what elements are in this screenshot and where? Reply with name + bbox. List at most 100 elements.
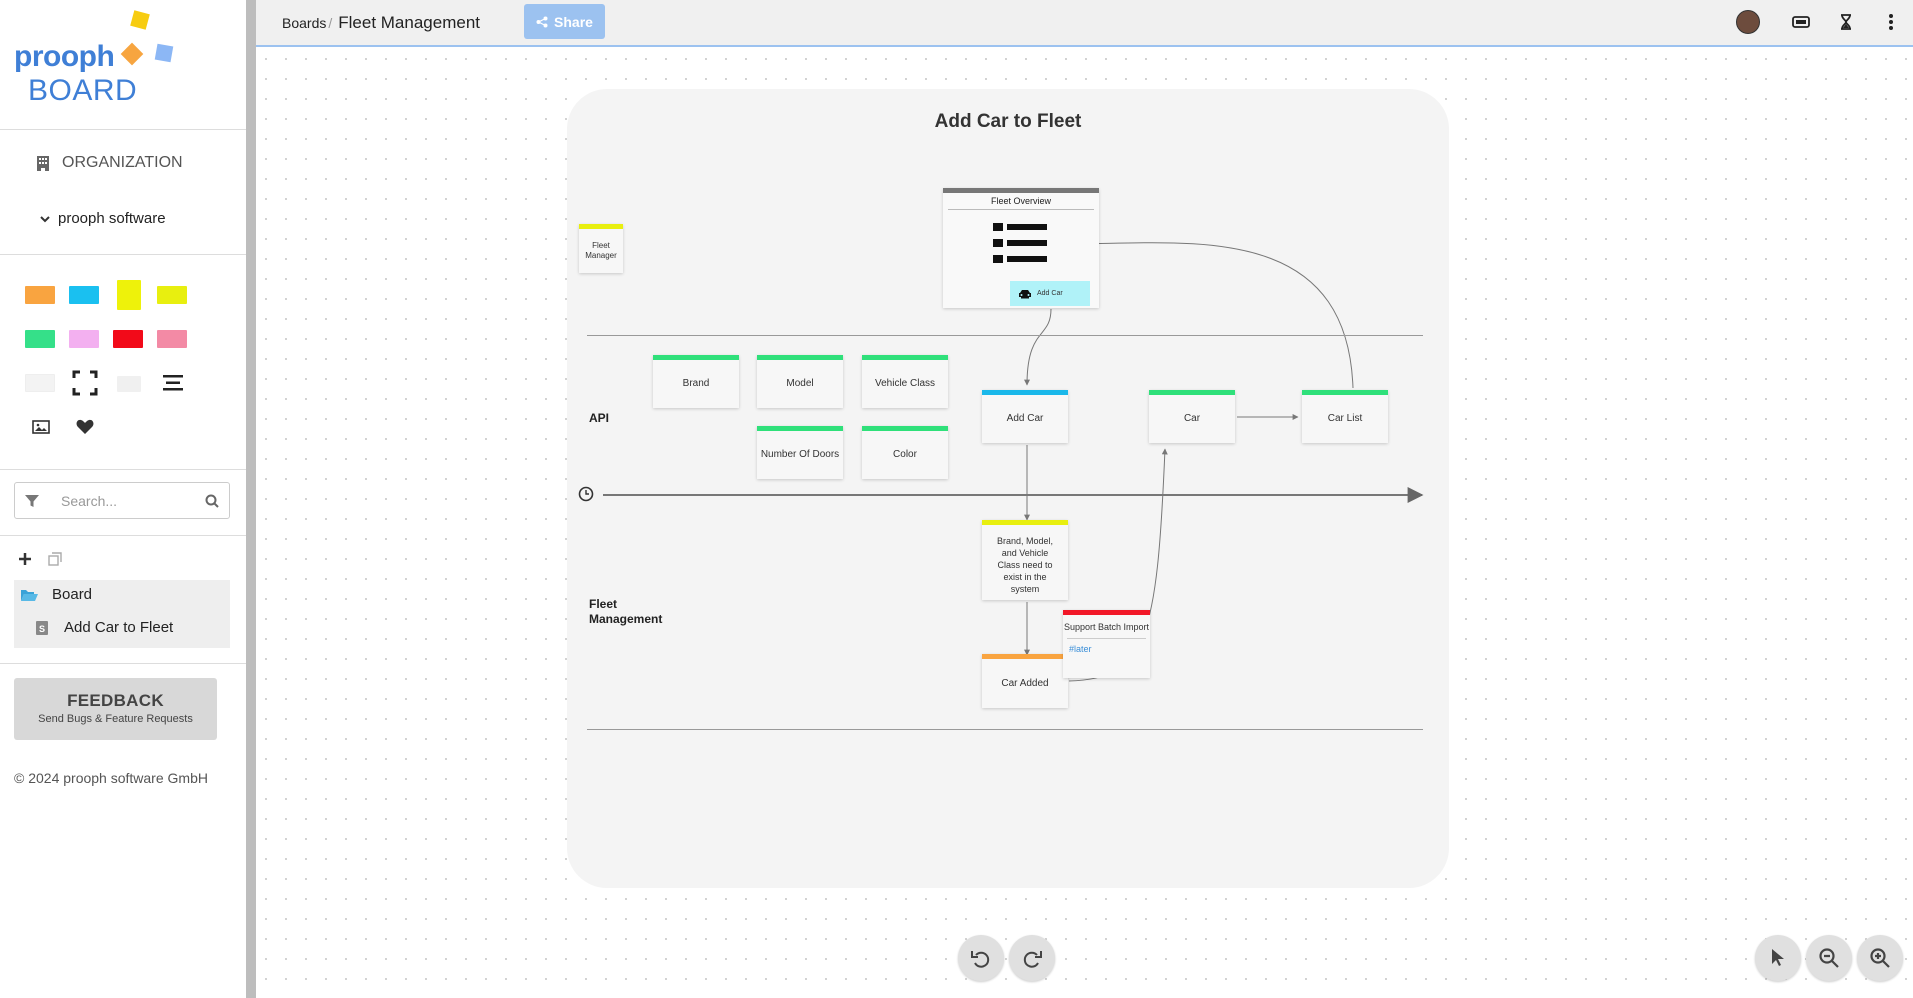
- zoom-in-icon: [1870, 948, 1890, 968]
- divider: [0, 469, 246, 470]
- list-row-icon: [993, 223, 1047, 231]
- organization-link[interactable]: ORGANIZATION: [36, 154, 183, 172]
- breadcrumb-current: Fleet Management: [338, 13, 480, 32]
- share-button[interactable]: Share: [524, 4, 605, 39]
- logo-square-blue: [154, 43, 174, 63]
- logo-text-top: prooph: [14, 40, 115, 73]
- info-card-vehicle-class[interactable]: Vehicle Class: [862, 355, 948, 408]
- team-selector[interactable]: prooph software: [40, 210, 166, 227]
- select-tool-button[interactable]: [1755, 935, 1801, 981]
- divider: [0, 535, 246, 536]
- hotspot-divider: [1067, 638, 1146, 639]
- logo-square-yellow: [130, 10, 150, 30]
- search-icon[interactable]: [205, 494, 219, 508]
- frame-tool-icon[interactable]: [71, 369, 99, 397]
- tree-toolbar: [18, 552, 62, 566]
- topbar: Boards / Fleet Management Share: [256, 0, 1913, 47]
- tree-folder-board[interactable]: Board: [20, 586, 92, 603]
- undo-icon: [971, 951, 990, 968]
- breadcrumb-boards-link[interactable]: Boards: [282, 15, 326, 31]
- redo-button[interactable]: [1009, 935, 1055, 981]
- zoom-in-button[interactable]: [1857, 935, 1903, 981]
- lane-label-fleet-management[interactable]: Fleet Management: [589, 597, 669, 627]
- ui-card-separator: [948, 209, 1094, 210]
- rule-card-policy[interactable]: Brand, Model, and Vehicle Class need to …: [982, 520, 1068, 600]
- red-sticky[interactable]: [113, 330, 143, 348]
- orange-sticky[interactable]: [25, 286, 55, 304]
- tree-item-label: Add Car to Fleet: [64, 619, 174, 636]
- feedback-subtitle: Send Bugs & Feature Requests: [38, 713, 193, 725]
- ui-card-fleet-overview[interactable]: Fleet Overview Add Car: [943, 188, 1099, 308]
- divider: [0, 129, 246, 130]
- building-icon: [37, 156, 49, 171]
- hotspot-title: Support Batch Import: [1063, 622, 1150, 632]
- sidebar: prooph BOARD ORGANIZATION prooph softwar…: [0, 0, 246, 998]
- pink-sticky[interactable]: [69, 330, 99, 348]
- ui-button-label: Add Car: [1037, 290, 1063, 297]
- redo-icon: [1023, 951, 1042, 968]
- list-row-icon: [993, 255, 1047, 263]
- ui-card-title: Fleet Overview: [990, 196, 1052, 206]
- car-icon: [1019, 289, 1031, 298]
- lane-divider: [587, 335, 1423, 336]
- logo[interactable]: prooph BOARD: [14, 10, 184, 110]
- badge-icon[interactable]: [1792, 16, 1810, 28]
- yellow-sticky[interactable]: [117, 280, 141, 310]
- feedback-title: FEEDBACK: [67, 691, 164, 710]
- svg-text:S: S: [39, 624, 45, 634]
- info-card-car[interactable]: Car: [1149, 390, 1235, 443]
- team-label: prooph software: [58, 210, 166, 227]
- lane-tool-icon[interactable]: [159, 369, 187, 397]
- feedback-button[interactable]: FEEDBACK Send Bugs & Feature Requests: [14, 678, 217, 740]
- info-card-model[interactable]: Model: [757, 355, 843, 408]
- hourglass-icon[interactable]: [1840, 14, 1852, 30]
- cursor-icon: [1772, 949, 1784, 966]
- image-icon[interactable]: [27, 413, 55, 441]
- zoom-out-button[interactable]: [1806, 935, 1852, 981]
- info-card-color[interactable]: Color: [862, 426, 948, 479]
- divider: [0, 254, 246, 255]
- hotspot-tag[interactable]: #later: [1063, 643, 1150, 655]
- sidebar-resize-handle[interactable]: [246, 0, 256, 998]
- board-canvas[interactable]: Add Car to Fleet API Fleet Management Fl…: [256, 49, 1913, 998]
- more-vert-icon[interactable]: [1888, 13, 1894, 31]
- blue-sticky[interactable]: [69, 286, 99, 304]
- event-card-car-added[interactable]: Car Added: [982, 654, 1068, 708]
- actor-card[interactable]: Fleet Manager: [579, 224, 623, 273]
- lane-label-api[interactable]: API: [589, 411, 609, 426]
- plus-icon[interactable]: [18, 552, 32, 566]
- green-sticky[interactable]: [25, 330, 55, 348]
- text-sticky[interactable]: [25, 374, 55, 392]
- divider: [0, 663, 246, 664]
- info-card-number-of-doors[interactable]: Number Of Doors: [757, 426, 843, 479]
- lime-sticky[interactable]: [157, 286, 187, 304]
- ui-add-car-button[interactable]: Add Car: [1010, 281, 1090, 306]
- undo-button[interactable]: [958, 935, 1004, 981]
- zoom-out-icon: [1819, 948, 1839, 968]
- info-card-brand[interactable]: Brand: [653, 355, 739, 408]
- collapse-all-icon[interactable]: [48, 552, 62, 566]
- search-input[interactable]: [61, 492, 181, 509]
- slice-frame[interactable]: Add Car to Fleet API Fleet Management Fl…: [567, 89, 1449, 888]
- blank-sticky[interactable]: [117, 376, 141, 392]
- rose-sticky[interactable]: [157, 330, 187, 348]
- chevron-down-icon: [40, 215, 50, 222]
- organization-label: ORGANIZATION: [62, 154, 183, 171]
- search-box: [14, 482, 230, 519]
- user-avatar[interactable]: [1736, 10, 1760, 34]
- hotspot-card-batch-import[interactable]: Support Batch Import #later: [1063, 610, 1150, 678]
- board-file-icon: S: [36, 620, 48, 635]
- share-label: Share: [554, 13, 593, 30]
- board-tree: Board S Add Car to Fleet: [14, 580, 230, 648]
- logo-text-bottom: BOARD: [28, 74, 138, 107]
- folder-open-icon: [21, 589, 38, 601]
- command-card-add-car[interactable]: Add Car: [982, 390, 1068, 443]
- heart-icon[interactable]: [71, 413, 99, 441]
- breadcrumb-separator: /: [328, 15, 333, 31]
- breadcrumb: Boards / Fleet Management: [282, 13, 480, 33]
- tree-item-board[interactable]: S Add Car to Fleet: [36, 619, 173, 636]
- info-card-car-list[interactable]: Car List: [1302, 390, 1388, 443]
- list-row-icon: [993, 239, 1047, 247]
- filter-icon[interactable]: [25, 494, 39, 508]
- slice-title[interactable]: Add Car to Fleet: [567, 111, 1449, 133]
